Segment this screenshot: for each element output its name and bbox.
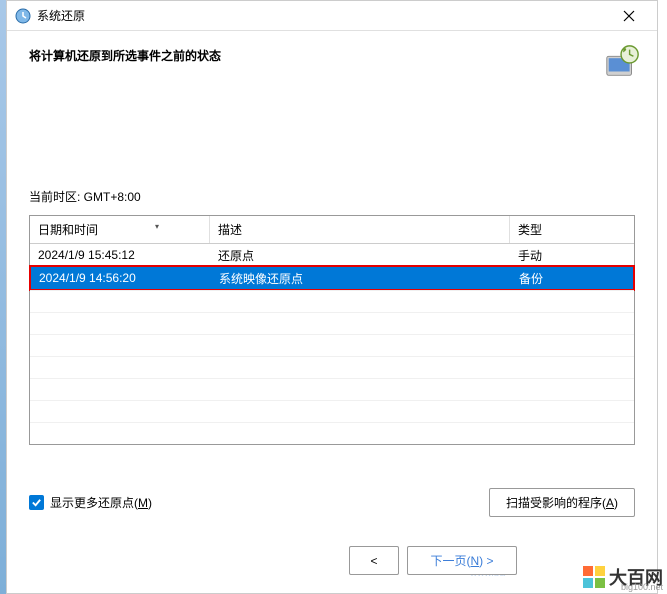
close-button[interactable] xyxy=(609,2,649,30)
restore-points-table: 日期和时间 ▾ 描述 类型 2024/1/9 15:45:12 还原点 手动 xyxy=(29,215,635,445)
titlebar-title: 系统还原 xyxy=(37,7,609,24)
empty-row xyxy=(30,400,634,422)
dialog-content: 将计算机还原到所选事件之前的状态 当前时区: GMT+8:00 日期和时间 ▾ … xyxy=(7,31,657,461)
titlebar: 系统还原 xyxy=(7,1,657,31)
column-header-date[interactable]: 日期和时间 ▾ xyxy=(30,216,210,243)
navigation-buttons: < 下一页(N) > xyxy=(349,546,517,575)
cell-type: 备份 xyxy=(511,267,630,290)
next-button[interactable]: 下一页(N) > xyxy=(407,546,517,575)
back-button[interactable]: < xyxy=(349,546,399,575)
empty-row xyxy=(30,312,634,334)
column-header-type-label: 类型 xyxy=(518,223,542,237)
column-header-type[interactable]: 类型 xyxy=(510,216,629,243)
empty-row xyxy=(30,422,634,444)
cell-description: 系统映像还原点 xyxy=(211,267,511,290)
table-row[interactable]: 2024/1/9 14:56:20 系统映像还原点 备份 xyxy=(31,267,633,289)
empty-row xyxy=(30,356,634,378)
table-body: 2024/1/9 15:45:12 还原点 手动 2024/1/9 14:56:… xyxy=(30,244,634,444)
system-restore-icon xyxy=(15,8,31,24)
dialog-footer: 显示更多还原点(M) 扫描受影响的程序(A) xyxy=(29,488,635,517)
site-watermark: 大百网 big100.net xyxy=(583,564,663,590)
table-header: 日期和时间 ▾ 描述 类型 xyxy=(30,216,634,244)
watermark-url: big100.net xyxy=(621,582,663,592)
cell-date: 2024/1/9 14:56:20 xyxy=(31,268,211,288)
empty-row xyxy=(30,378,634,400)
show-more-checkbox-label: 显示更多还原点(M) xyxy=(50,494,152,511)
restore-header-icon xyxy=(603,43,641,81)
watermark-logo-icon xyxy=(583,566,605,588)
selected-row-highlight: 2024/1/9 14:56:20 系统映像还原点 备份 xyxy=(29,265,635,291)
cell-type: 手动 xyxy=(510,244,629,267)
dialog-subtitle: 将计算机还原到所选事件之前的状态 xyxy=(29,47,635,64)
empty-row xyxy=(30,334,634,356)
show-more-checkbox-wrap[interactable]: 显示更多还原点(M) xyxy=(29,494,152,511)
system-restore-dialog: 系统还原 将计算机还原到所选事件之前的状态 当前时区: GMT+8:00 日期和… xyxy=(6,0,658,594)
cell-date: 2024/1/9 15:45:12 xyxy=(30,245,210,265)
show-more-checkbox[interactable] xyxy=(29,495,44,510)
sort-indicator-icon: ▾ xyxy=(155,222,159,231)
scan-affected-programs-button[interactable]: 扫描受影响的程序(A) xyxy=(489,488,635,517)
column-header-description-label: 描述 xyxy=(218,223,242,237)
empty-row xyxy=(30,290,634,312)
column-header-date-label: 日期和时间 xyxy=(38,223,98,237)
timezone-label: 当前时区: GMT+8:00 xyxy=(29,188,635,205)
table-row[interactable]: 2024/1/9 15:45:12 还原点 手动 xyxy=(30,244,634,266)
column-header-description[interactable]: 描述 xyxy=(210,216,510,243)
cell-description: 还原点 xyxy=(210,244,510,267)
